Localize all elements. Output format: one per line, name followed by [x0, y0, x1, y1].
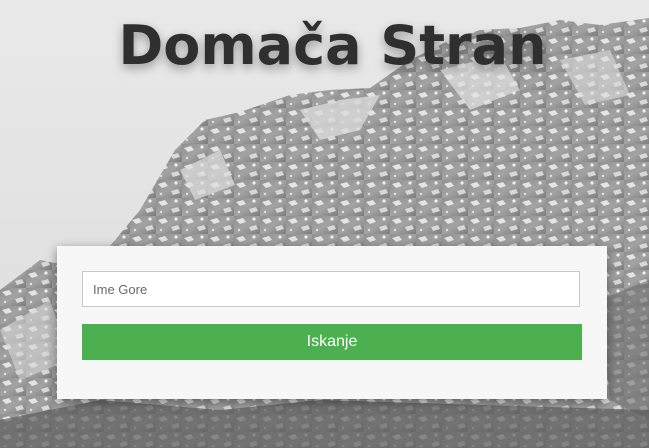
search-button[interactable]: Iskanje: [82, 324, 582, 360]
search-input[interactable]: [82, 271, 580, 307]
page: Domača Stran Iskanje: [0, 0, 649, 448]
search-card: Iskanje: [57, 246, 607, 399]
page-title: Domača Stran: [118, 14, 547, 77]
